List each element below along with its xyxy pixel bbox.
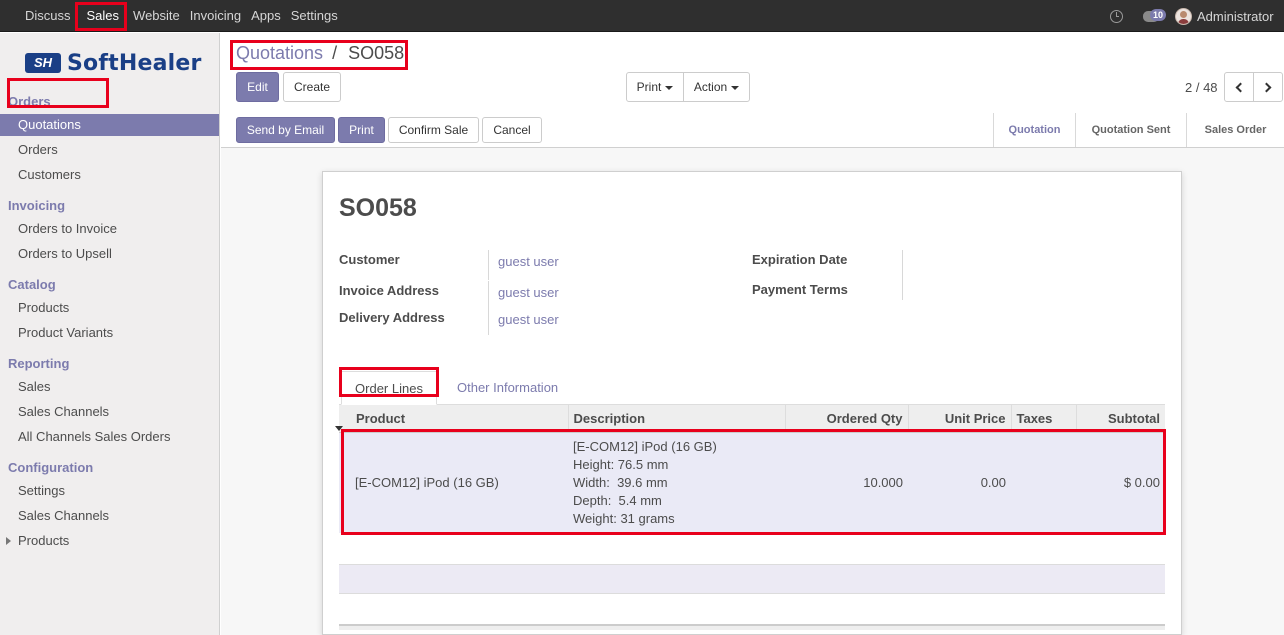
status-header: Send by Email Print Confirm Sale Cancel …: [221, 113, 1284, 148]
menu-settings[interactable]: Settings: [286, 0, 343, 32]
chevron-right-icon: [1261, 82, 1272, 93]
sidebar-item-config-sales-channels[interactable]: Sales Channels: [0, 505, 219, 527]
app-menu: Discuss Sales Website Invoicing Apps Set…: [20, 0, 343, 32]
chat-count-badge: 10: [1150, 8, 1167, 21]
company-logo: SH SoftHealer: [25, 50, 202, 76]
action-dropdown-label: Action: [693, 80, 728, 94]
cancel-button[interactable]: Cancel: [482, 117, 542, 143]
delivery-address-value[interactable]: guest user: [498, 312, 559, 327]
sidebar-item-sales-channels[interactable]: Sales Channels: [0, 401, 219, 423]
invoice-address-label: Invoice Address: [339, 283, 439, 298]
edit-button[interactable]: Edit: [236, 72, 279, 102]
menu-apps[interactable]: Apps: [246, 0, 286, 32]
chat-icon[interactable]: 10: [1143, 8, 1167, 22]
table-header-row: Product Description Ordered Qty Unit Pri…: [339, 405, 1165, 433]
table-footer: [339, 624, 1165, 630]
stage-quotation: Quotation: [993, 113, 1075, 147]
sidebar-item-sales[interactable]: Sales: [0, 376, 219, 398]
customer-value[interactable]: guest user: [498, 254, 559, 269]
tab-other-information[interactable]: Other Information: [457, 371, 558, 405]
create-button[interactable]: Create: [283, 72, 341, 102]
field-separator: [488, 250, 489, 280]
sidebar-item-config-products[interactable]: Products: [0, 530, 219, 552]
notebook-tabs: Order Lines Other Information: [339, 365, 1165, 405]
column-taxes[interactable]: Taxes: [1011, 405, 1077, 433]
highlight-quotations: [7, 78, 109, 108]
column-description[interactable]: Description: [568, 405, 786, 433]
form-sheet: SO058 Customer guest user Invoice Addres…: [322, 171, 1182, 635]
sidebar-item-products[interactable]: Products: [0, 297, 219, 319]
column-product[interactable]: Product: [339, 405, 569, 433]
caret-down-icon: [731, 85, 740, 90]
sidebar-item-product-variants[interactable]: Product Variants: [0, 322, 219, 344]
column-unit-price[interactable]: Unit Price: [908, 405, 1012, 433]
field-separator: [902, 250, 903, 300]
sidebar: SH SoftHealer Orders Quotations Orders C…: [0, 33, 220, 635]
print-dropdown-label: Print: [636, 80, 662, 94]
record-title: SO058: [339, 194, 417, 222]
sidebar-item-config-products-label: Products: [18, 533, 70, 548]
highlight-sales: [75, 2, 127, 31]
caret-down-icon: [665, 85, 674, 90]
pager-next-button[interactable]: [1253, 72, 1283, 102]
field-separator: [488, 308, 489, 335]
highlight-breadcrumb: [230, 40, 408, 70]
logo-mark: SH: [25, 53, 61, 73]
invoice-address-value[interactable]: guest user: [498, 285, 559, 300]
print-dropdown[interactable]: Print: [626, 72, 684, 102]
field-separator: [488, 281, 489, 308]
highlight-order-lines-tab: [339, 367, 439, 397]
pager-value[interactable]: 2 / 48: [1185, 80, 1218, 95]
confirm-sale-button[interactable]: Confirm Sale: [388, 117, 479, 143]
user-menu[interactable]: Administrator: [1197, 9, 1284, 24]
stage-quotation-sent: Quotation Sent: [1075, 113, 1186, 147]
menu-website[interactable]: Website: [128, 0, 185, 32]
stage-sales-order: Sales Order: [1186, 113, 1284, 147]
sidebar-section-reporting: Reporting: [8, 356, 70, 371]
sidebar-item-settings[interactable]: Settings: [0, 480, 219, 502]
expiration-date-label: Expiration Date: [752, 252, 848, 267]
sidebar-section-catalog: Catalog: [8, 277, 56, 292]
logo-text: SoftHealer: [67, 50, 202, 76]
pager-previous-button[interactable]: [1224, 72, 1254, 102]
empty-table-row: [339, 564, 1165, 594]
print-button[interactable]: Print: [338, 117, 385, 143]
chevron-left-icon: [1235, 82, 1246, 93]
delivery-address-label: Delivery Address: [339, 310, 445, 325]
action-dropdown[interactable]: Action: [683, 72, 750, 102]
stage-statusbar: Quotation Quotation Sent Sales Order: [993, 113, 1284, 147]
user-avatar[interactable]: [1175, 7, 1192, 25]
expand-triangle-icon: [6, 537, 11, 545]
activity-clock-icon[interactable]: [1110, 9, 1123, 23]
sidebar-item-all-channels-sales-orders[interactable]: All Channels Sales Orders: [0, 426, 219, 448]
sidebar-item-quotations[interactable]: Quotations: [0, 114, 219, 136]
sidebar-item-customers[interactable]: Customers: [0, 164, 219, 186]
column-ordered-qty[interactable]: Ordered Qty: [785, 405, 909, 433]
column-subtotal[interactable]: Subtotal: [1076, 405, 1165, 433]
customer-label: Customer: [339, 252, 400, 267]
menu-invoicing[interactable]: Invoicing: [185, 0, 246, 32]
top-navbar: Discuss Sales Website Invoicing Apps Set…: [0, 0, 1284, 32]
menu-discuss[interactable]: Discuss: [20, 0, 76, 32]
send-by-email-button[interactable]: Send by Email: [236, 117, 335, 143]
sidebar-item-orders[interactable]: Orders: [0, 139, 219, 161]
sidebar-section-invoicing: Invoicing: [8, 198, 66, 213]
sidebar-item-orders-to-invoice[interactable]: Orders to Invoice: [0, 218, 219, 240]
sidebar-section-configuration: Configuration: [8, 460, 94, 475]
payment-terms-label: Payment Terms: [752, 282, 848, 297]
sidebar-item-orders-to-upsell[interactable]: Orders to Upsell: [0, 243, 219, 265]
systray: 10 Administrator: [1110, 0, 1284, 32]
highlight-order-line: [341, 429, 1166, 535]
